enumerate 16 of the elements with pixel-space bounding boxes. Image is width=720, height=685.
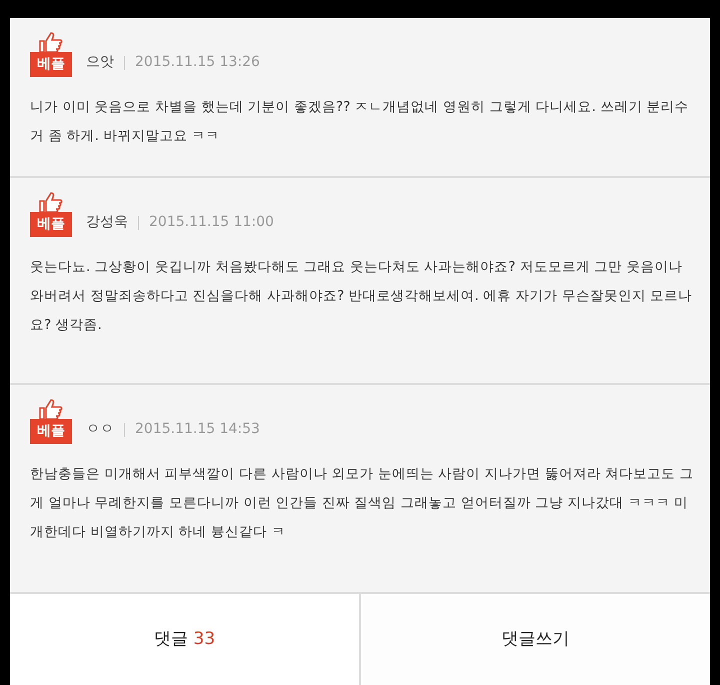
- author-name: 강성욱: [86, 213, 128, 232]
- comment-text: 한남충들은 미개해서 피부색깔이 다른 사람이나 외모가 눈에띄는 사람이 지나가면 뚫어져라 쳐다보고도 그게 얼마나 무례한지를 모른다니까 이런 인간들 진짜 질색임 그래놓고 얻어터질까 그냥 지나갔대 ㅋㅋㅋ 미개한데다 비열하기까지 하네 븅신같다 ㅋ: [30, 465, 694, 542]
- comment-date: 2015.11.15 13:26: [135, 53, 260, 72]
- comment-text: 웃는다뇨. 그상황이 웃깁니까 처음봤다해도 그래요 웃는다쳐도 사과는해야죠? 저도모르게 그만 웃음이나와버려서 정말죄송하다고 진심을다해 사과해야죠? 반대로생각해보세여. 에휴 자기가 무슨잘못인지 모르나요? 생각좀.: [30, 258, 694, 335]
- author-name: ㅇㅇ: [86, 420, 114, 439]
- comment-text: 니가 이미 웃음으로 차별을 했는데 기분이 좋겠음?? ㅈㄴ개념없네 영원히 그렇게 다니세요. 쓰레기 분리수거 좀 하게. 바뀌지말고요 ㅋㅋ: [30, 98, 690, 146]
- comment-date: 2015.11.15 11:00: [149, 213, 274, 232]
- best-badge: 베플: [30, 419, 72, 444]
- best-badge: 베플: [30, 52, 72, 77]
- comment-date: 2015.11.15 14:53: [135, 420, 260, 439]
- thumbs-up-icon: [38, 192, 64, 212]
- best-badge: 베플: [30, 212, 72, 237]
- thumbs-up-icon: [38, 399, 64, 419]
- thumbs-up-icon: [38, 32, 64, 52]
- author-name: 으앗: [86, 53, 114, 72]
- comment-count: 33: [193, 628, 216, 649]
